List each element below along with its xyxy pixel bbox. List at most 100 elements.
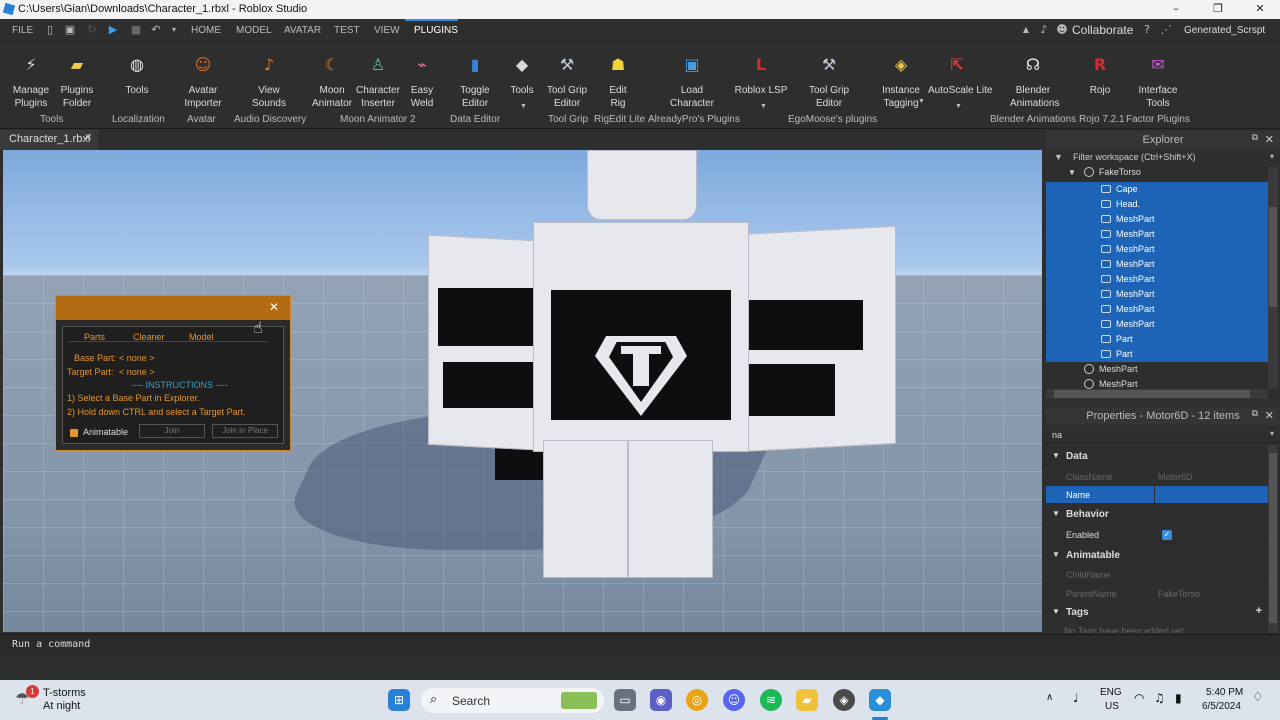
user-account[interactable]: Generated_Scrspt [1184,25,1265,36]
ribbon-button-manage-plugins[interactable]: ⚡ Manage Plugins [8,49,54,110]
undock-properties-icon[interactable]: ⧉ [1252,409,1258,419]
tree-item-meshpart[interactable]: MeshPart [1046,302,1268,317]
close-tab-icon[interactable]: ✕ [84,133,92,143]
ribbon-button-tool-grip-editor[interactable]: ⚒ Tool Grip Editor [808,49,850,110]
ribbon-button-rojo[interactable]: R Rojo [1078,49,1122,97]
ribbon-button-plugins-folder[interactable]: ▰ Plugins Folder [55,49,99,110]
close-plugin-button[interactable]: ✕ [269,300,279,314]
collaborate-button[interactable]: Collaborate [1072,23,1133,37]
menu-test[interactable]: TEST [334,25,360,36]
menu-avatar[interactable]: AVATAR [284,25,321,36]
properties-filter-input[interactable]: na [1052,430,1062,440]
tab-parts[interactable]: Parts [84,332,105,342]
tree-item-faketorso[interactable]: ▼ FakeTorso [1046,167,1268,182]
microphone-icon[interactable]: ♩ [1073,691,1079,705]
tree-item-meshpart[interactable]: MeshPart [1046,272,1268,287]
tab-model[interactable]: Model [189,332,214,342]
clock-date[interactable]: 6/5/2024 [1202,701,1241,712]
teams-icon[interactable]: ◉ [650,689,672,711]
ribbon-dropdown-icon[interactable]: ▼ [760,103,767,110]
ribbon-dropdown-icon[interactable]: ▼ [520,103,527,110]
ribbon-button-tool-grip-editor[interactable]: ⚒ Tool Grip Editor [546,49,588,110]
command-bar[interactable]: Run a command [0,634,1280,654]
open-file-icon[interactable]: ▣ [64,24,76,36]
tree-item-meshpart[interactable]: MeshPart [1046,242,1268,257]
ribbon-button-interface-tools[interactable]: ✉ Interface Tools [1136,49,1180,110]
minimize-button[interactable]: – [1156,2,1196,17]
menu-view[interactable]: VIEW [374,25,400,36]
undock-icon[interactable]: ⧉ [1252,133,1258,143]
redo-arrow-icon[interactable]: ↻ [86,24,98,36]
properties-filter-dropdown-icon[interactable]: ▾ [1270,429,1274,438]
chrome-icon[interactable]: ◎ [686,689,708,711]
section-data[interactable]: ▼ Data [1046,448,1268,466]
weather-title[interactable]: T-storms [43,687,86,699]
share-icon[interactable]: ⋰ [1160,24,1172,36]
tree-item-part[interactable]: Part [1046,347,1268,362]
ribbon-dropdown-icon[interactable]: ▼ [955,103,962,110]
tab-cleaner[interactable]: Cleaner [133,332,165,342]
language-code[interactable]: ENG [1100,687,1122,698]
ribbon-button-roblox-lsp[interactable]: L Roblox LSP [734,49,788,97]
volume-icon[interactable]: ♫ [1154,691,1165,705]
section-behavior[interactable]: ▼ Behavior [1046,506,1268,524]
ribbon-button-moon-animator[interactable]: ☾ Moon Animator [311,49,353,110]
menu-home[interactable]: HOME [191,25,221,36]
ribbon-button-easy-weld[interactable]: ⌁ Easy Weld [403,49,441,110]
add-tag-icon[interactable]: + [1256,605,1262,617]
notifications-icon[interactable]: ♢ [1252,690,1264,705]
tab-character-1[interactable]: Character_1.rbxl ✕ [0,130,98,150]
ribbon-button-avatar-importer[interactable]: ☺ Avatar Importer [181,49,225,110]
tree-item-meshpart[interactable]: MeshPart [1046,317,1268,332]
tree-item-meshpart[interactable]: MeshPart [1046,362,1268,377]
roblox-icon[interactable]: ◈ [833,689,855,711]
ribbon-button-autoscale-lite[interactable]: ⇱ AutoScale Lite [928,49,993,97]
ribbon-button-view-sounds[interactable]: ♪ View Sounds [248,49,290,110]
discord-icon[interactable]: ☺ [723,689,745,711]
stop-icon[interactable]: ■ [130,24,142,36]
tree-item-part[interactable]: Part [1046,332,1268,347]
prop-name[interactable]: Name [1046,486,1268,504]
close-properties-icon[interactable]: ✕ [1265,409,1274,422]
show-hidden-icons[interactable]: ∧ [1046,692,1053,703]
filter-input[interactable]: Filter workspace (Ctrl+Shift+X) [1073,152,1196,162]
join-in-place-button[interactable]: Join In Place [212,424,278,438]
plugin-window-header[interactable] [56,296,290,320]
maximize-button[interactable]: ❐ [1198,2,1238,17]
properties-scrollbar[interactable] [1268,445,1278,633]
section-animatable[interactable]: ▼ Animatable [1046,547,1268,565]
ribbon-button-character-inserter[interactable]: ♙ Character Inserter [356,49,400,110]
task-view-icon[interactable]: ▭ [614,689,636,711]
battery-icon[interactable]: ▮ [1175,691,1182,705]
roblox-studio-taskbar-icon[interactable]: ◆ [869,689,891,711]
animatable-checkbox[interactable] [70,429,78,437]
ribbon-button-edit-rig[interactable]: ☗ Edit Rig [598,49,638,110]
menu-file[interactable]: FILE [12,25,33,36]
collaborators-icon[interactable]: ☻ [1056,24,1068,36]
play-icon[interactable]: ▶ [107,24,119,36]
tree-item-head[interactable]: Head. [1046,197,1268,212]
command-input[interactable]: Run a command [12,639,90,650]
ribbon-button-tools[interactable]: ◆ Tools [506,49,538,97]
collapse-ribbon-icon[interactable]: ▲ [1020,24,1032,36]
spotify-icon[interactable]: ≋ [760,689,782,711]
taskbar-search[interactable]: ⌕ Search [421,688,604,713]
explorer-h-scrollbar[interactable] [1046,389,1268,399]
tree-item-meshpart[interactable]: MeshPart [1046,287,1268,302]
ribbon-button-tools[interactable]: ◍ Tools [118,49,156,97]
menu-model[interactable]: MODEL [236,25,272,36]
tree-item-meshpart[interactable]: MeshPart [1046,257,1268,272]
explorer-filter[interactable]: ▼ Filter workspace (Ctrl+Shift+X) ▾ [1046,151,1280,166]
close-explorer-icon[interactable]: ✕ [1265,133,1274,146]
ribbon-button-blender-animations[interactable]: ☊ Blender Animations [1010,49,1059,110]
explorer-scrollbar[interactable] [1268,167,1278,389]
notification-bell-icon[interactable]: ♪ [1038,24,1050,36]
help-icon[interactable]: ? [1141,24,1153,36]
filter-dropdown-icon[interactable]: ▾ [1270,152,1274,161]
tree-item-meshpart[interactable]: MeshPart [1046,212,1268,227]
ribbon-button-toggle-editor[interactable]: ▮ Toggle Editor [455,49,495,110]
clock-time[interactable]: 5:40 PM [1206,687,1243,698]
tree-item-cape[interactable]: Cape [1046,182,1268,197]
enabled-checkbox[interactable]: ✓ [1162,530,1172,540]
collapse-arrow-icon[interactable]: ▼ [1068,168,1076,177]
